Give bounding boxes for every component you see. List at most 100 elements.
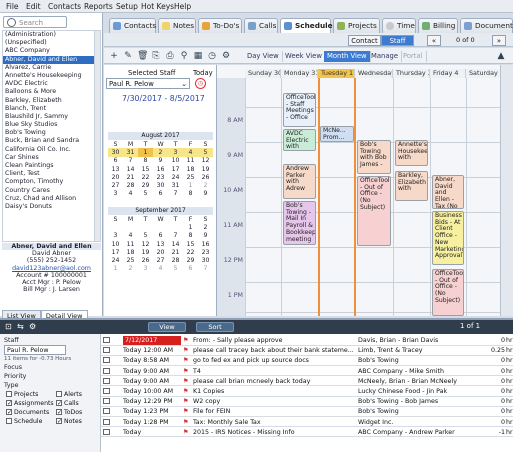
task-checkbox[interactable] [103, 337, 110, 343]
calendar-event[interactable]: OfficeTools - Staff Meetings - Office [283, 93, 316, 127]
calendar-day[interactable]: 30 [198, 256, 213, 264]
checkbox-icon[interactable] [56, 391, 62, 397]
calendar-day[interactable]: 20 [108, 173, 123, 181]
lock-icon[interactable]: ⊡ [5, 322, 12, 331]
checkbox-icon[interactable] [6, 391, 12, 397]
calendar-event[interactable]: Bob's Towing with Bob James - [357, 140, 391, 174]
calendar-day[interactable]: 20 [153, 248, 168, 256]
week-grid[interactable]: 8 AM9 AM10 AM11 AM12 PM1 PM2 PMSunday 30… [216, 65, 500, 316]
view-button[interactable]: View [148, 322, 186, 332]
calendar-day[interactable]: 30 [108, 148, 123, 157]
calendar-day[interactable]: 4 [123, 232, 138, 240]
manage-button[interactable]: Manage [368, 51, 402, 62]
day-header[interactable]: Tuesday 1 [318, 69, 355, 78]
day-header[interactable]: Wednesday 2 [355, 69, 393, 78]
contact-list-item[interactable]: (Unspecified) [3, 39, 100, 47]
menu-setup[interactable]: Setup [116, 2, 138, 11]
task-row[interactable]: Today 9:00 AM ⚑ T4 ABC Company - Mike Smith… [101, 367, 513, 377]
calendar-day[interactable]: 7 [168, 190, 183, 198]
calendar-day[interactable]: 11 [123, 240, 138, 248]
calendar-day[interactable]: 5 [168, 265, 183, 273]
calendar-event[interactable]: AVDC Electric with [283, 129, 316, 151]
contact-toggle[interactable]: Contact [348, 35, 381, 46]
contact-list-scrollbar[interactable] [94, 31, 100, 241]
calendar-day[interactable]: 4 [183, 148, 198, 157]
calendar-day[interactable]: 12 [138, 240, 153, 248]
calendar-day[interactable]: 19 [138, 248, 153, 256]
type-checkbox[interactable]: ✓ Notes [56, 418, 82, 425]
calendar-day[interactable]: 30 [153, 181, 168, 189]
calendar-event[interactable]: Barkley, Elizabeth with [395, 171, 428, 201]
calendar-day[interactable]: 23 [153, 173, 168, 181]
staff-filter-select[interactable]: Paul R. Pelow [4, 345, 66, 355]
contact-list-item[interactable]: Bob's Towing [3, 129, 100, 137]
type-checkbox[interactable]: ✓ Assignments [6, 400, 54, 407]
month-view-button[interactable]: Month View [324, 51, 371, 62]
calendar-day[interactable]: 13 [153, 240, 168, 248]
calendar-day[interactable]: 9 [153, 157, 168, 165]
contact-list-item[interactable]: Blanch, Trent [3, 105, 100, 113]
calendar-day[interactable]: 22 [183, 248, 198, 256]
clock-icon[interactable]: ◷ [207, 51, 217, 61]
calendar-day[interactable]: 6 [108, 157, 123, 165]
contact-list-item[interactable]: Alvarez, Carrie [3, 64, 100, 72]
calendar-day[interactable]: 1 [183, 181, 198, 189]
contact-list-item[interactable]: Abner, David and Ellen [3, 55, 100, 64]
day-header[interactable]: Friday 4 [430, 69, 466, 78]
calendar-day[interactable]: 18 [183, 165, 198, 173]
search-input[interactable]: Search [3, 16, 67, 28]
task-row[interactable]: Today 10:00 AM ⚑ K1 Copies Lucky Chinese Fo… [101, 387, 513, 397]
copy-icon[interactable]: ⎘ [151, 51, 161, 61]
calendar-day[interactable]: 4 [153, 265, 168, 273]
day-header[interactable]: Monday 31 [281, 69, 318, 78]
calendar-day[interactable]: 17 [168, 165, 183, 173]
calendar-day[interactable]: 7 [123, 157, 138, 165]
calendar-day[interactable]: 2 [198, 223, 213, 231]
calendar-day[interactable]: 7 [168, 232, 183, 240]
calendar-day[interactable]: 24 [108, 256, 123, 264]
scroll-up-icon[interactable]: ▲ [496, 51, 506, 61]
calendar-day[interactable]: 13 [108, 165, 123, 173]
contact-list-item[interactable]: (Administration) [3, 31, 100, 39]
settings-icon[interactable]: ⚙ [221, 51, 231, 61]
task-row[interactable]: Today 12:29 PM ⚑ W2 copy Bob's Towing - Bob… [101, 397, 513, 407]
menu-contacts[interactable]: Contacts [48, 2, 81, 11]
calendar-day[interactable]: 17 [108, 248, 123, 256]
calendar-event[interactable]: Annette's Housekeeping with [395, 140, 428, 166]
type-checkbox[interactable]: ✓ Calls [56, 400, 79, 407]
task-checkbox[interactable] [103, 347, 110, 354]
calendar-event[interactable]: Business Bids - At Client Office - New M… [432, 211, 464, 265]
tab-contacts[interactable]: Contacts [109, 18, 156, 33]
type-checkbox[interactable]: Projects [6, 391, 38, 398]
type-checkbox[interactable]: Alerts [56, 391, 82, 398]
calendar-day[interactable]: 31 [168, 181, 183, 189]
calendar-day[interactable]: 3 [168, 148, 183, 157]
calendar-day[interactable]: 4 [123, 190, 138, 198]
menu-help[interactable]: Help [174, 2, 191, 11]
calendar-day[interactable]: 8 [183, 190, 198, 198]
last-page-button[interactable]: » [492, 35, 506, 46]
contact-list-item[interactable]: Barkley, Elizabeth [3, 97, 100, 105]
checkbox-icon[interactable]: ✓ [56, 409, 62, 416]
calendar-day[interactable] [168, 223, 183, 231]
calendar-day[interactable]: 31 [123, 148, 138, 157]
task-row[interactable]: Today 12:00 AM ⚑ please call tracey back a… [101, 346, 513, 356]
tab-todos[interactable]: To-Do's [198, 18, 242, 33]
calendar-day[interactable]: 2 [153, 148, 168, 157]
portal-button[interactable]: Portal [400, 51, 427, 62]
contact-list[interactable]: (Administration) (Unspecified) ABC Company… [2, 30, 101, 242]
task-checkbox[interactable] [103, 357, 110, 364]
focus-filter-label[interactable]: Focus [4, 364, 22, 371]
type-checkbox[interactable]: ✓ ToDos [56, 409, 82, 416]
calendar-day[interactable]: 1 [108, 265, 123, 273]
calendar-day[interactable]: 29 [183, 256, 198, 264]
priority-filter-label[interactable]: Priority [4, 373, 26, 380]
contact-list-item[interactable]: Balloons & More [3, 88, 100, 96]
calendar-day[interactable]: 26 [198, 173, 213, 181]
menu-hot-keys[interactable]: Hot Keys [141, 2, 174, 11]
staff-toggle[interactable]: Staff [381, 35, 414, 46]
checkbox-icon[interactable]: ✓ [6, 400, 12, 407]
week-view-button[interactable]: Week View [282, 51, 326, 62]
calendar-day[interactable] [123, 223, 138, 231]
checkbox-icon[interactable] [6, 418, 12, 424]
